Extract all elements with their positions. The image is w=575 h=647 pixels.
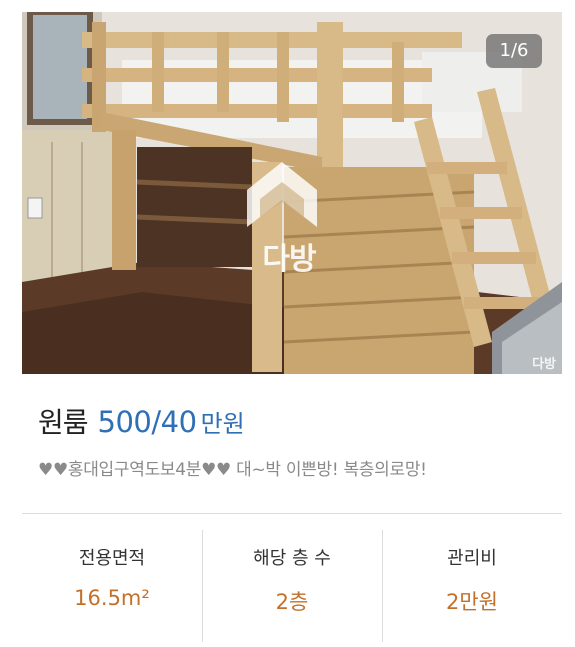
watermark-text: 다방: [262, 242, 316, 277]
stats-panel: 전용면적 16.5m² 해당 층 수 2층 관리비 2만원: [22, 530, 562, 642]
stat-maintenance-label: 관리비: [447, 548, 497, 569]
stat-maintenance-value: 2만원: [445, 590, 498, 614]
stat-floor-label: 해당 층 수: [253, 548, 331, 569]
watermark-corner-text: 다방: [532, 357, 556, 372]
room-type: 원룸: [38, 406, 89, 439]
dabang-logo-icon: 다방: [254, 160, 324, 280]
stat-area: 전용면적 16.5m²: [22, 530, 202, 642]
stat-area-value: 16.5m²: [74, 586, 150, 610]
stat-area-label: 전용면적: [78, 548, 146, 569]
listing-photo[interactable]: 1/6 다방 다방: [22, 12, 562, 374]
price-row: 원룸 500/40 만원: [38, 402, 245, 442]
divider: [22, 513, 562, 514]
price-unit: 만원: [200, 410, 245, 438]
stat-maintenance: 관리비 2만원: [382, 530, 562, 642]
stat-floor-value: 2층: [275, 590, 309, 614]
price-amount: 500/40: [97, 405, 198, 439]
listing-description: ♥♥홍대입구역도보4분♥♥ 대~박 이쁜방! 복층의로망!: [38, 460, 427, 480]
photo-counter: 1/6: [486, 34, 542, 68]
stat-floor: 해당 층 수 2층: [202, 530, 382, 642]
